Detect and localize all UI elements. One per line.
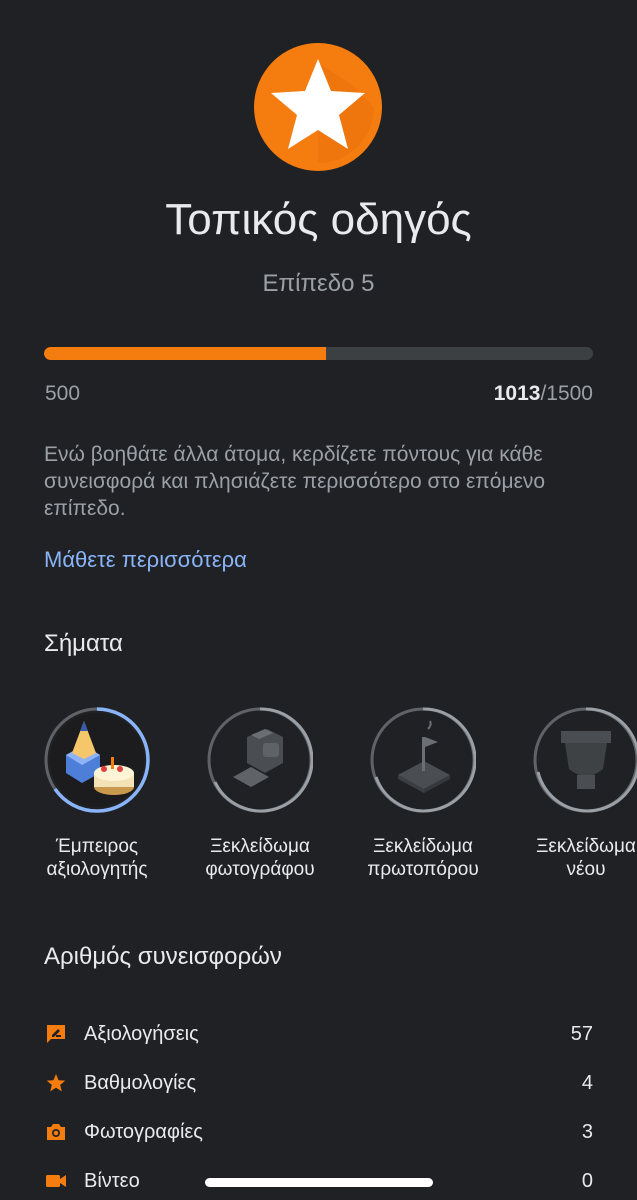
contribution-row-reviews[interactable]: Αξιολογήσεις 57 <box>44 1019 593 1049</box>
contribution-count: 57 <box>570 1023 593 1045</box>
star-icon <box>254 43 382 171</box>
learn-more-link[interactable]: Μάθετε περισσότερα <box>44 545 247 575</box>
badge-newcomer-unlock[interactable]: Ξεκλείδωμα νέου <box>506 707 637 907</box>
home-indicator[interactable] <box>205 1178 433 1187</box>
level-description: Ενώ βοηθάτε άλλα άτομα, κερδίζετε πόντου… <box>44 443 546 520</box>
badges-section-title: Σήματα <box>44 630 123 657</box>
progress-min-label: 500 <box>45 382 81 405</box>
level-subtitle: Επίπεδο 5 <box>262 270 375 297</box>
contribution-label: Φωτογραφίες <box>84 1121 203 1143</box>
contribution-label: Βαθμολογίες <box>84 1072 197 1094</box>
progress-current-points: 1013 <box>493 382 541 405</box>
trophy-badge-icon <box>533 707 637 813</box>
badge-pioneer-unlock[interactable]: Ξεκλείδωμα πρωτοπόρου <box>343 707 503 907</box>
contribution-count: 0 <box>581 1170 593 1192</box>
contribution-count: 4 <box>581 1072 593 1094</box>
progress-points-label: 1013/1500 <box>494 380 593 408</box>
contribution-label: Αξιολογήσεις <box>84 1023 199 1045</box>
contributions-section-title: Αριθμός συνεισφορών <box>44 943 282 970</box>
badge-experienced-reviewer[interactable]: Έμπειρος αξιολογητής <box>17 707 177 907</box>
level-progress-fill <box>44 347 326 360</box>
badge-photographer-unlock[interactable]: Ξεκλείδωμα φωτογράφου <box>180 707 340 907</box>
level-progress-bar <box>44 347 593 360</box>
badge-label: Ξεκλείδωμα νέου <box>536 836 636 880</box>
contribution-row-ratings[interactable]: Βαθμολογίες 4 <box>44 1068 593 1098</box>
camera-icon <box>47 1124 65 1140</box>
camera-badge-icon <box>207 707 313 813</box>
review-icon <box>47 1025 65 1043</box>
pencil-castle-badge-icon <box>44 707 150 813</box>
flag-badge-icon <box>370 707 476 813</box>
badge-label: Έμπειρος αξιολογητής <box>46 836 148 880</box>
contribution-label: Βίντεο <box>84 1170 140 1192</box>
video-icon <box>46 1175 66 1187</box>
contribution-count: 3 <box>581 1121 593 1143</box>
level-title: Τοπικός οδηγός <box>165 195 472 244</box>
star-icon <box>46 1074 66 1092</box>
badge-label: Ξεκλείδωμα φωτογράφου <box>205 836 315 880</box>
badge-label: Ξεκλείδωμα πρωτοπόρου <box>367 836 479 880</box>
progress-max-label: /1500 <box>540 382 593 405</box>
contribution-row-photos[interactable]: Φωτογραφίες 3 <box>44 1117 593 1147</box>
